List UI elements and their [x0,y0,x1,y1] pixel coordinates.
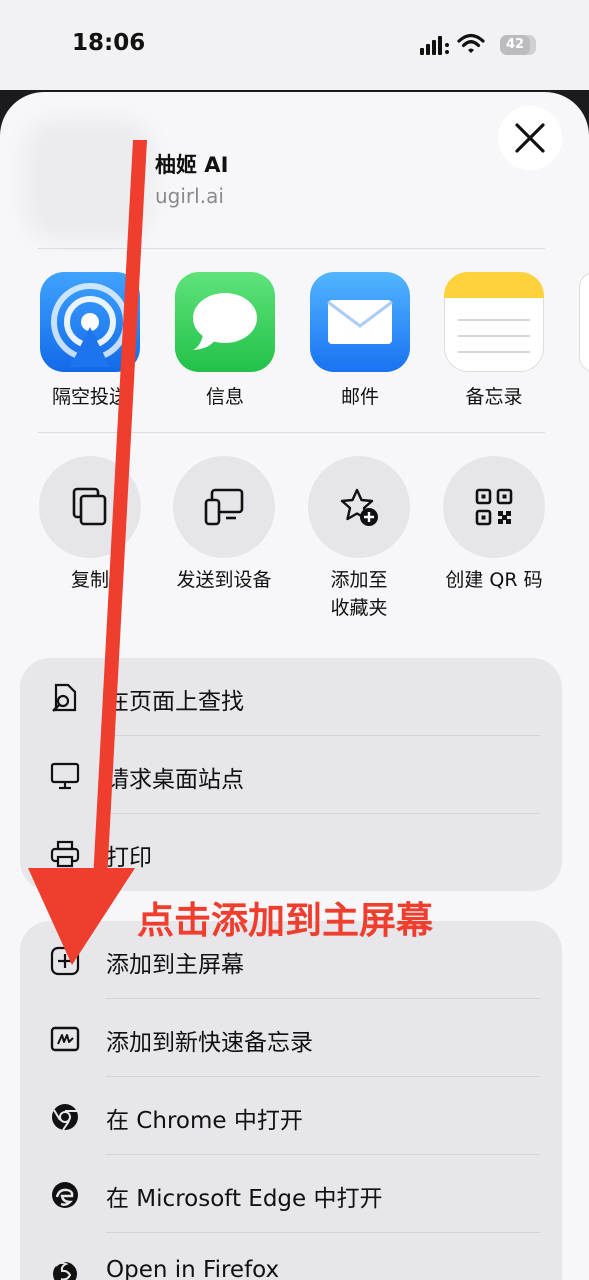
red-arrow-annotation [28,140,147,965]
annotation-text: 点击添加到主屏幕 [137,899,433,942]
